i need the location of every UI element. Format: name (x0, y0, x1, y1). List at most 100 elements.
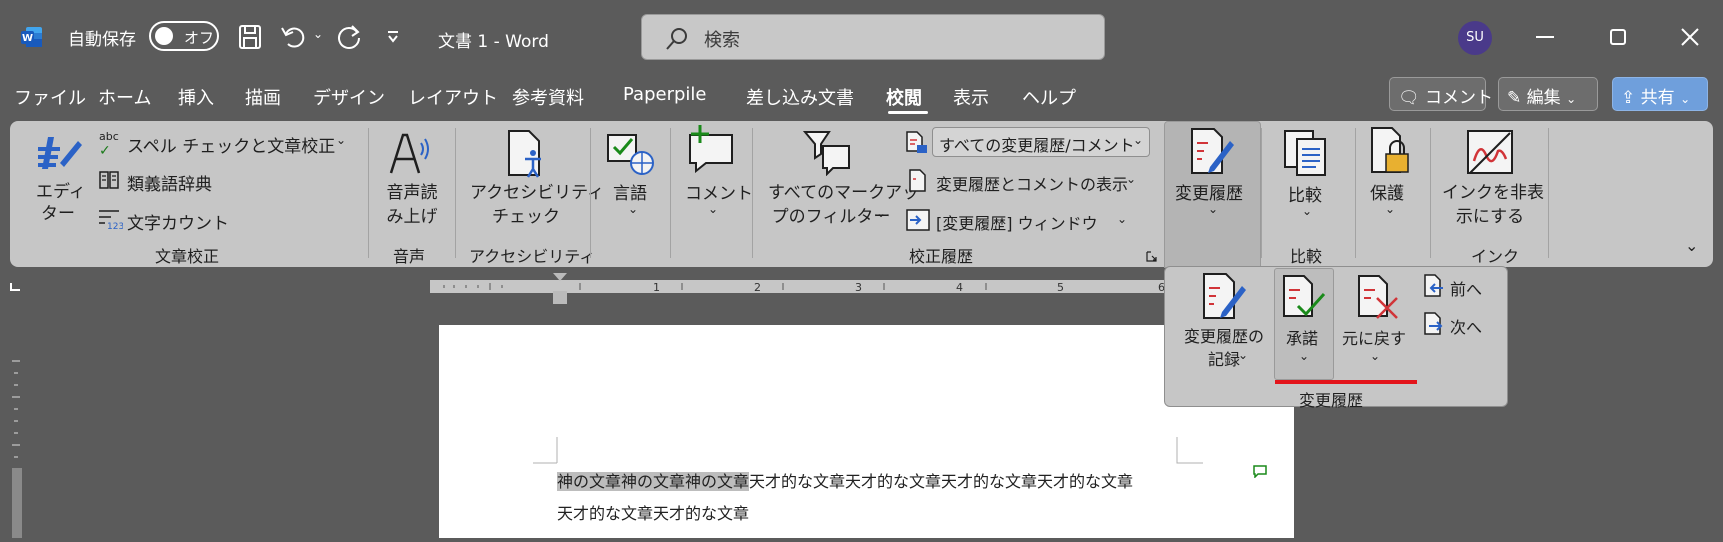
comments-button-label: コメント (1425, 88, 1493, 108)
markup-select-value: すべての変更履歴/コメント (939, 136, 1135, 155)
undo-icon[interactable] (280, 24, 308, 50)
document-text[interactable]: 天才的な文章天才的な文章天才的な文章天才的な文章 (749, 472, 1133, 491)
compare-button[interactable]: 比較 (1288, 181, 1322, 206)
tab-selector-icon[interactable] (10, 283, 20, 291)
tab-design[interactable]: デザイン (313, 84, 385, 110)
customize-qat-icon[interactable] (386, 30, 400, 44)
language-button[interactable]: 言語 (613, 179, 647, 204)
show-markup-button[interactable]: 変更履歴とコメントの表示 (936, 171, 1128, 195)
search-box[interactable]: 検索 (641, 14, 1105, 60)
chevron-down-icon[interactable]: ⌄ (876, 206, 886, 220)
comment-marker-icon[interactable] (1252, 464, 1268, 478)
avatar[interactable]: SU (1458, 21, 1492, 55)
maximize-icon[interactable] (1610, 29, 1626, 45)
accessibility-check-button[interactable]: アクセシビリティ チェック (470, 181, 604, 229)
tab-paperpile[interactable]: Paperpile (623, 84, 706, 105)
comments-button[interactable]: 🗨 コメント (1389, 77, 1493, 111)
language-icon (607, 134, 654, 175)
thesaurus-button[interactable]: 類義語辞典 (127, 170, 212, 195)
vertical-ruler[interactable] (12, 355, 22, 465)
ruler-number: 2 (754, 281, 761, 294)
undo-dropdown-icon[interactable]: ⌄ (313, 27, 323, 41)
chevron-down-icon[interactable]: ⌄ (336, 133, 346, 147)
accept-button[interactable]: 承諾 (1286, 325, 1318, 349)
next-change-button[interactable]: 次へ (1450, 314, 1482, 338)
chevron-down-icon[interactable]: ⌄ (1126, 172, 1136, 186)
record-changes-button[interactable]: 変更履歴の 記録 (1176, 325, 1272, 371)
editor-button[interactable]: エディ ター (36, 181, 86, 225)
chevron-down-icon[interactable]: ⌄ (708, 202, 718, 216)
reject-button[interactable]: 元に戻す (1342, 325, 1406, 349)
group-separator (455, 128, 456, 258)
redo-icon[interactable] (337, 24, 365, 50)
ruler-number: 3 (855, 281, 862, 294)
group-separator (590, 128, 591, 258)
document-line-1[interactable]: 神の文章神の文章神の文章天才的な文章天才的な文章天才的な文章天才的な文章 (557, 468, 1133, 492)
thesaurus-icon (99, 171, 119, 189)
hide-ink-button[interactable]: インクを非表 示にする (1442, 181, 1544, 229)
markup-select[interactable]: すべての変更履歴/コメント ⌄ (932, 127, 1150, 157)
chevron-down-icon[interactable]: ⌄ (1302, 204, 1312, 218)
ruler-number: 1 (653, 281, 660, 294)
reject-icon (1358, 275, 1398, 319)
share-button[interactable]: ⇪ 共有 ⌄ (1612, 77, 1708, 111)
dialog-launcher-icon[interactable] (1146, 247, 1157, 262)
active-tab-indicator (888, 111, 928, 114)
editing-button[interactable]: ✎ 編集 ⌄ (1498, 77, 1598, 111)
chevron-down-icon: ⌄ (1680, 92, 1691, 106)
save-icon[interactable] (238, 24, 262, 50)
compare-icon (1284, 130, 1326, 176)
previous-change-button[interactable]: 前へ (1450, 276, 1482, 300)
tab-mailings[interactable]: 差し込み文書 (746, 84, 854, 110)
accessibility-check-icon (508, 130, 541, 178)
new-comment-button[interactable]: コメント (685, 179, 753, 204)
tab-help[interactable]: ヘルプ (1022, 84, 1076, 110)
reviewing-pane-button[interactable]: [変更履歴] ウィンドウ (936, 210, 1098, 234)
page-margin-guides (533, 437, 1203, 464)
chevron-down-icon[interactable]: ⌄ (1238, 348, 1248, 362)
protect-button[interactable]: 保護 (1370, 179, 1404, 204)
tab-references[interactable]: 参考資料 (512, 84, 584, 110)
left-indent-marker[interactable] (553, 291, 567, 304)
close-icon[interactable] (1681, 28, 1699, 46)
group-separator (670, 128, 671, 258)
autosave-label: 自動保存 (68, 30, 136, 50)
next-change-icon (1424, 312, 1443, 335)
chevron-down-icon[interactable]: ⌄ (1208, 202, 1218, 216)
show-markup-icon (909, 169, 926, 192)
document-title: 文書 1 - Word (438, 32, 549, 52)
tab-view[interactable]: 表示 (953, 84, 989, 110)
group-title-ink: インク (1471, 247, 1520, 266)
group-separator (752, 128, 753, 258)
document-line-2[interactable]: 天才的な文章天才的な文章 (557, 500, 749, 524)
protect-icon (1371, 127, 1409, 173)
minimize-icon[interactable] (1536, 36, 1554, 38)
autosave-state: オフ (184, 29, 215, 47)
selected-text[interactable]: 神の文章神の文章神の文章 (557, 472, 750, 491)
spellcheck-button[interactable]: スペル チェックと文章校正 (127, 132, 335, 157)
chevron-down-icon: ⌄ (1132, 133, 1143, 147)
chevron-down-icon[interactable]: ⌄ (628, 202, 638, 216)
tab-draw[interactable]: 描画 (245, 84, 281, 110)
tab-review[interactable]: 校閲 (886, 84, 922, 110)
tab-file[interactable]: ファイル (14, 84, 86, 110)
track-changes-button[interactable]: 変更履歴 (1175, 179, 1243, 204)
hide-ink-icon (1467, 130, 1513, 174)
reviewing-pane-icon (906, 209, 930, 231)
tab-home[interactable]: ホーム (98, 84, 151, 110)
first-line-indent-marker[interactable] (553, 273, 567, 281)
tab-layout[interactable]: レイアウト (408, 84, 498, 110)
ruler-number: 5 (1057, 281, 1064, 294)
chevron-down-icon[interactable]: ⌄ (1370, 349, 1380, 363)
chevron-down-icon[interactable]: ⌄ (1117, 212, 1127, 226)
tab-insert[interactable]: 挿入 (178, 84, 214, 110)
autosave-toggle[interactable]: オフ (149, 21, 219, 51)
ruler-number: 4 (956, 281, 963, 294)
word-count-button[interactable]: 文字カウント (127, 209, 229, 234)
group-title-accessibility: アクセシビリティ (469, 247, 596, 266)
chevron-down-icon[interactable]: ⌄ (1385, 202, 1395, 216)
ribbon-expand-icon[interactable]: ⌄ (1685, 236, 1698, 255)
chevron-down-icon[interactable]: ⌄ (1299, 349, 1309, 363)
markup-filter-button[interactable]: すべてのマークアッ プのフィルター (768, 181, 919, 229)
read-aloud-button[interactable]: 音声読 み上げ (384, 181, 440, 229)
